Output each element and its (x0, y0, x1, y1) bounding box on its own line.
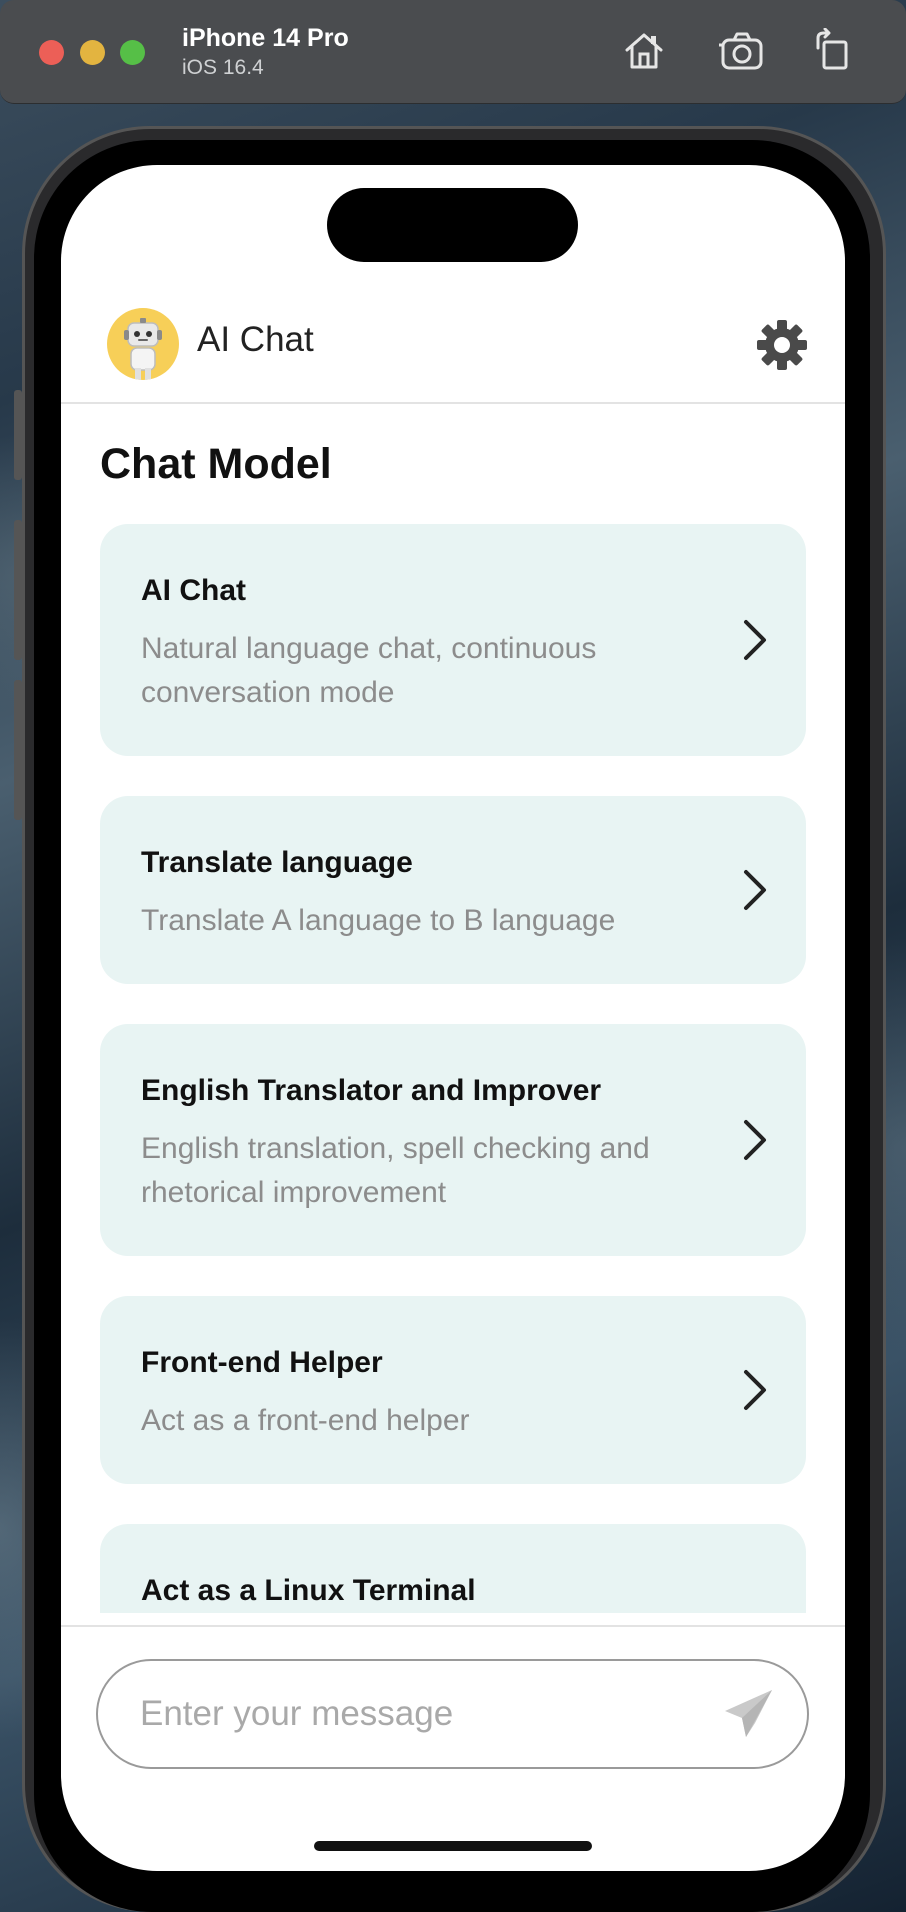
model-card-title: Front-end Helper (141, 1346, 383, 1379)
send-icon[interactable] (722, 1687, 776, 1741)
app-header (61, 305, 845, 404)
model-card-ai-chat[interactable]: AI Chat Natural language chat, continuou… (100, 524, 806, 756)
screenshot-icon[interactable] (719, 28, 765, 74)
model-card-title: Translate language (141, 846, 413, 879)
phone-screen: AI Chat Chat Model AI Chat Natural langu… (61, 165, 845, 1871)
app-title: AI Chat (197, 320, 314, 359)
home-icon[interactable] (621, 28, 667, 74)
rotate-icon[interactable] (810, 28, 856, 74)
model-card-english-translator[interactable]: English Translator and Improver English … (100, 1024, 806, 1256)
side-button (14, 390, 22, 480)
chevron-right-icon (744, 620, 766, 660)
message-input[interactable] (140, 1661, 700, 1767)
device-name: iPhone 14 Pro (182, 24, 349, 52)
volume-up-button (14, 520, 22, 660)
model-card-title: AI Chat (141, 574, 246, 607)
dynamic-island (327, 188, 578, 262)
model-card-description: Natural language chat, continuous conver… (141, 632, 597, 709)
model-card-description: Translate A language to B language (141, 904, 616, 937)
zoom-window-button[interactable] (120, 40, 145, 65)
os-version: iOS 16.4 (182, 56, 264, 79)
model-card-description: Act as a front-end helper (141, 1404, 470, 1437)
model-card-translate-language[interactable]: Translate language Translate A language … (100, 796, 806, 984)
home-indicator (314, 1841, 592, 1851)
volume-down-button (14, 680, 22, 820)
model-list: AI Chat Natural language chat, continuou… (100, 524, 806, 1613)
chevron-right-icon (744, 870, 766, 910)
chevron-right-icon (744, 1120, 766, 1160)
section-title: Chat Model (100, 440, 332, 488)
message-composer (96, 1659, 809, 1769)
model-card-title: Act as a Linux Terminal (141, 1574, 476, 1607)
chevron-right-icon (744, 1370, 766, 1410)
composer-divider (61, 1625, 845, 1627)
simulator-titlebar: iPhone 14 Pro iOS 16.4 (0, 0, 906, 104)
model-card-front-end-helper[interactable]: Front-end Helper Act as a front-end help… (100, 1296, 806, 1484)
robot-avatar-icon (107, 308, 179, 380)
gear-icon[interactable] (754, 317, 810, 373)
model-card-title: English Translator and Improver (141, 1074, 602, 1107)
model-card-linux-terminal[interactable]: Act as a Linux Terminal (100, 1524, 806, 1613)
model-card-description: English translation, spell checking and … (141, 1132, 650, 1209)
minimize-window-button[interactable] (80, 40, 105, 65)
close-window-button[interactable] (39, 40, 64, 65)
